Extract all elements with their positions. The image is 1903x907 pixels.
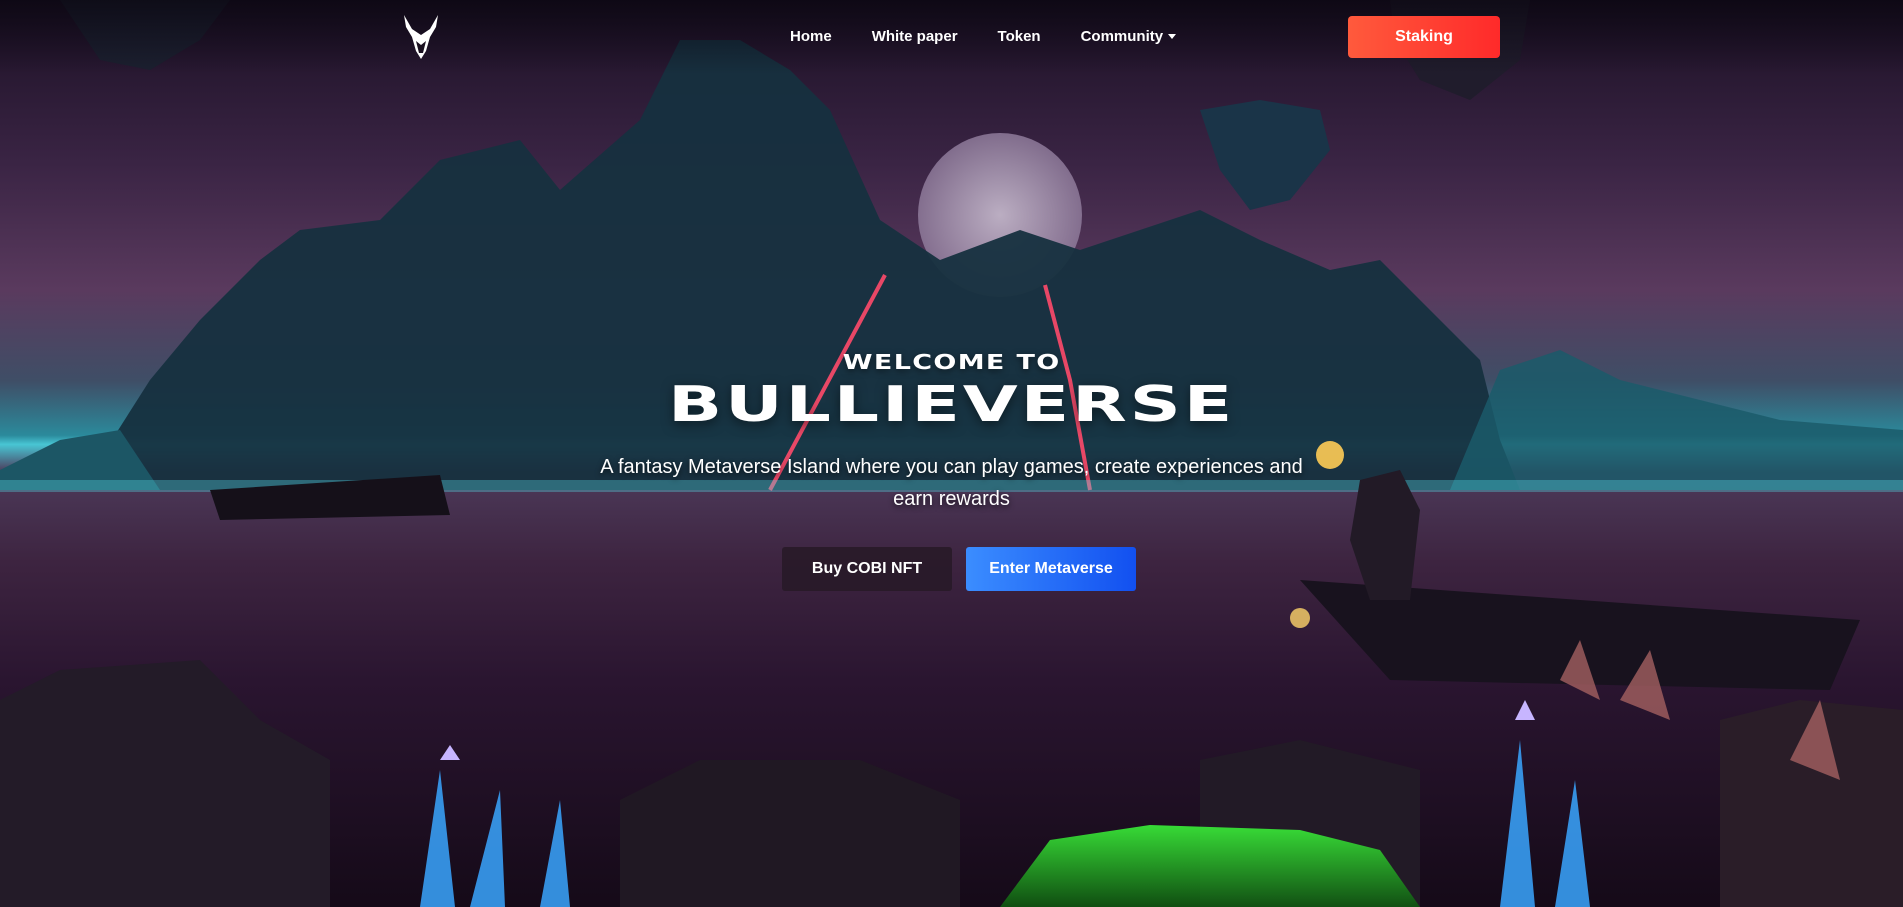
nav-link-token[interactable]: Token (998, 28, 1041, 45)
buy-cobi-nft-button[interactable]: Buy COBI NFT (782, 547, 952, 591)
nav-link-label: Community (1080, 28, 1164, 45)
hero-tagline: A fantasy Metaverse Island where you can… (600, 456, 1303, 510)
enter-metaverse-button[interactable]: Enter Metaverse (966, 547, 1136, 591)
brand-heading: BULLIEVERSE (0, 374, 1903, 433)
nav-link-home[interactable]: Home (790, 28, 832, 45)
hero-cta-group: Buy COBI NFT Enter Metaverse (782, 547, 1136, 591)
welcome-heading: WELCOME TO (0, 350, 1903, 374)
welcome-text: WELCOME TO (842, 350, 1061, 374)
main-nav-links: Home White paper Token Community (790, 28, 1216, 45)
floating-island (1200, 100, 1330, 210)
top-navigation: Home White paper Token Community Staking (0, 0, 1903, 74)
nav-link-white-paper[interactable]: White paper (872, 28, 958, 45)
staking-button[interactable]: Staking (1348, 16, 1500, 58)
foreground-rocks (0, 660, 330, 907)
caret-down-icon (1168, 34, 1177, 39)
nav-link-label: Token (997, 28, 1041, 45)
nav-link-label: Home (790, 28, 832, 45)
brand-title: BULLIEVERSE (667, 376, 1236, 433)
nav-link-label: White paper (871, 28, 958, 45)
nav-link-community-dropdown[interactable]: Community (1081, 28, 1177, 45)
bull-head-icon[interactable] (402, 15, 440, 59)
hero-section: WELCOME TO BULLIEVERSE A fantasy Metaver… (0, 350, 1903, 515)
